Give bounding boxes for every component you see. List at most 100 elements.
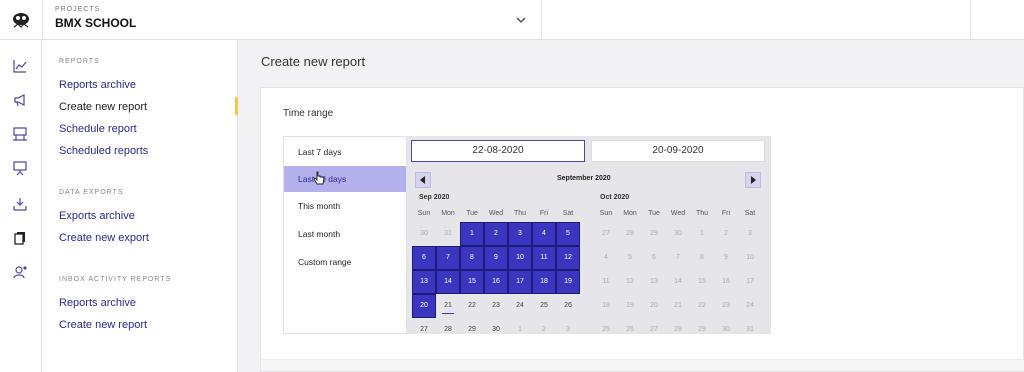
calendar-day[interactable]: 29 [642,222,666,246]
calendar-day[interactable]: 4 [532,222,556,246]
calendar-day[interactable]: 10 [508,246,532,270]
calendar-day[interactable]: 15 [690,270,714,294]
calendar-day[interactable]: 15 [460,270,484,294]
calendar-day[interactable]: 30 [484,318,508,342]
calendar-day[interactable]: 8 [690,246,714,270]
nav-create-report[interactable]: Create new report [59,101,147,113]
start-date-input[interactable]: 22-08-2020 [411,140,585,162]
calendar-day[interactable]: 28 [666,318,690,342]
calendar-day[interactable]: 11 [532,246,556,270]
presentation-icon[interactable] [10,158,30,178]
calendar-day[interactable]: 3 [738,222,762,246]
calendar-day[interactable]: 20 [642,294,666,318]
calendar-day[interactable]: 6 [642,246,666,270]
calendar-day[interactable]: 17 [738,270,762,294]
range-last-30-days[interactable]: Last 30 days [284,166,406,192]
calendar-day[interactable]: 25 [594,318,618,342]
nav-exports-archive[interactable]: Exports archive [59,210,135,222]
calendar-day[interactable]: 31 [738,318,762,342]
calendar-day[interactable]: 27 [412,318,436,342]
calendar-day[interactable]: 31 [436,222,460,246]
project-selector[interactable]: PROJECTS BMX SCHOOL [42,0,542,40]
calendar-day[interactable]: 29 [460,318,484,342]
calendar-day[interactable]: 1 [508,318,532,342]
calendar-day[interactable]: 3 [508,222,532,246]
calendar-day[interactable]: 18 [594,294,618,318]
calendar-day[interactable]: 29 [690,318,714,342]
weekday-label: Thu [513,210,527,217]
nav-inbox-create-report[interactable]: Create new report [59,319,147,331]
calendar-day[interactable]: 24 [738,294,762,318]
nav-create-export[interactable]: Create new export [59,232,149,244]
calendar-day[interactable]: 28 [618,222,642,246]
calendar-day[interactable]: 8 [460,246,484,270]
calendar-day[interactable]: 11 [594,270,618,294]
calendar-day[interactable]: 7 [666,246,690,270]
calendar-day[interactable]: 26 [556,294,580,318]
calendar-day[interactable]: 21 [436,294,460,318]
calendar-day[interactable]: 6 [412,246,436,270]
download-tray-icon[interactable] [10,194,30,214]
calendar-day[interactable]: 22 [690,294,714,318]
calendar-day[interactable]: 20 [412,294,436,318]
range-last-month[interactable]: Last month [284,221,406,247]
megaphone-icon[interactable] [10,90,30,110]
calendar-day[interactable]: 12 [556,246,580,270]
calendar-day[interactable]: 21 [666,294,690,318]
calendar-day[interactable]: 14 [666,270,690,294]
weekday-label: Thu [695,210,709,217]
calendar-day[interactable]: 19 [618,294,642,318]
calendar-day[interactable]: 2 [532,318,556,342]
calendar-day[interactable]: 30 [412,222,436,246]
range-this-month[interactable]: This month [284,193,406,219]
calendar-day[interactable]: 14 [436,270,460,294]
calendar-day[interactable]: 12 [618,270,642,294]
calendar-day[interactable]: 27 [642,318,666,342]
calendar-day[interactable]: 1 [460,222,484,246]
calendar-day[interactable]: 2 [714,222,738,246]
calendar-day[interactable]: 19 [556,270,580,294]
calendar-day[interactable]: 5 [618,246,642,270]
chart-line-icon[interactable] [10,56,30,76]
calendar-day[interactable]: 13 [412,270,436,294]
calendar-day[interactable]: 24 [508,294,532,318]
prev-month-button[interactable] [415,172,431,188]
calendar-day[interactable]: 1 [690,222,714,246]
end-date-input[interactable]: 20-09-2020 [591,140,765,162]
nav-reports-archive[interactable]: Reports archive [59,79,136,91]
users-gear-icon[interactable] [10,262,30,282]
calendar-day[interactable]: 16 [484,270,508,294]
calendar-day[interactable]: 3 [556,318,580,342]
chevron-down-icon[interactable] [513,12,529,28]
calendar-day[interactable]: 7 [436,246,460,270]
calendar-day[interactable]: 30 [714,318,738,342]
calendar-day[interactable]: 27 [594,222,618,246]
calendar-day[interactable]: 22 [460,294,484,318]
calendar-day[interactable]: 23 [714,294,738,318]
calendar-day[interactable]: 16 [714,270,738,294]
nav-scheduled-reports[interactable]: Scheduled reports [59,145,148,157]
calendar-day[interactable]: 9 [714,246,738,270]
calendar-day[interactable]: 9 [484,246,508,270]
billboard-icon[interactable] [10,124,30,144]
next-month-button[interactable] [745,172,761,188]
calendar-day[interactable]: 13 [642,270,666,294]
calendar-day[interactable]: 17 [508,270,532,294]
calendar-day[interactable]: 30 [666,222,690,246]
copy-pages-icon[interactable] [10,228,30,248]
nav-schedule-report[interactable]: Schedule report [59,123,137,135]
range-last-7-days[interactable]: Last 7 days [284,139,406,165]
range-custom[interactable]: Custom range [284,249,406,275]
calendar-day[interactable]: 10 [738,246,762,270]
calendar-day[interactable]: 23 [484,294,508,318]
nav-inbox-reports-archive[interactable]: Reports archive [59,297,136,309]
calendar-day[interactable]: 25 [532,294,556,318]
calendar-day[interactable]: 18 [532,270,556,294]
calendar-day[interactable]: 2 [484,222,508,246]
calendar-day[interactable]: 26 [618,318,642,342]
calendar-day[interactable]: 28 [436,318,460,342]
week-row: 4 5 6 7 8 9 10 [594,246,762,270]
logo-icon[interactable] [0,0,42,40]
calendar-day[interactable]: 4 [594,246,618,270]
calendar-day[interactable]: 5 [556,222,580,246]
